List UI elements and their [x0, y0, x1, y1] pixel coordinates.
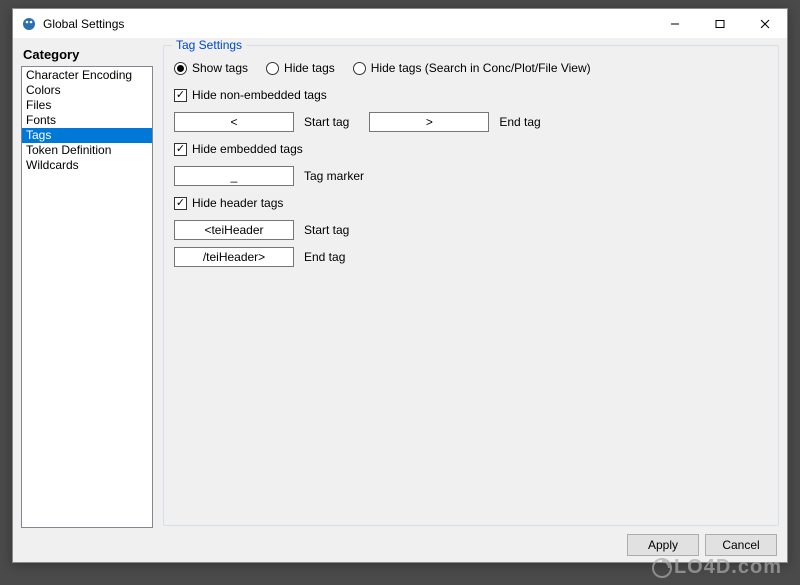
checkbox-icon: [174, 197, 187, 210]
category-listbox[interactable]: Character Encoding Colors Files Fonts Ta…: [21, 66, 153, 528]
sidebar-item-token-definition[interactable]: Token Definition: [22, 143, 152, 158]
start-tag-label: Start tag: [304, 115, 349, 129]
minimize-button[interactable]: [652, 9, 697, 39]
end-tag-label: End tag: [499, 115, 540, 129]
sidebar-item-files[interactable]: Files: [22, 98, 152, 113]
header-start-input[interactable]: <teiHeader: [174, 220, 294, 240]
sidebar-item-tags[interactable]: Tags: [22, 128, 152, 143]
apply-button[interactable]: Apply: [627, 534, 699, 556]
app-icon: [21, 16, 37, 32]
radio-hide-tags-search[interactable]: Hide tags (Search in Conc/Plot/File View…: [353, 61, 591, 75]
cancel-button[interactable]: Cancel: [705, 534, 777, 556]
check-hide-embedded[interactable]: Hide embedded tags: [174, 142, 303, 156]
tag-settings-group: Tag Settings Show tags Hide tags: [163, 45, 779, 526]
radio-label: Show tags: [192, 61, 248, 75]
check-hide-header[interactable]: Hide header tags: [174, 196, 283, 210]
radio-icon: [266, 62, 279, 75]
maximize-button[interactable]: [697, 9, 742, 39]
sidebar-item-fonts[interactable]: Fonts: [22, 113, 152, 128]
title-bar: Global Settings: [13, 9, 787, 39]
non-embedded-start-input[interactable]: <: [174, 112, 294, 132]
sidebar-item-colors[interactable]: Colors: [22, 83, 152, 98]
embedded-marker-input[interactable]: _: [174, 166, 294, 186]
window-title: Global Settings: [43, 17, 652, 31]
category-header: Category: [21, 45, 153, 66]
radio-label: Hide tags (Search in Conc/Plot/File View…: [371, 61, 591, 75]
close-button[interactable]: [742, 9, 787, 39]
tag-marker-label: Tag marker: [304, 169, 364, 183]
radio-hide-tags[interactable]: Hide tags: [266, 61, 335, 75]
checkbox-label: Hide header tags: [192, 196, 283, 210]
sidebar-item-wildcards[interactable]: Wildcards: [22, 158, 152, 173]
sidebar-item-character-encoding[interactable]: Character Encoding: [22, 68, 152, 83]
checkbox-label: Hide non-embedded tags: [192, 88, 327, 102]
radio-icon: [174, 62, 187, 75]
non-embedded-end-input[interactable]: >: [369, 112, 489, 132]
radio-show-tags[interactable]: Show tags: [174, 61, 248, 75]
radio-label: Hide tags: [284, 61, 335, 75]
group-title: Tag Settings: [172, 38, 246, 52]
radio-icon: [353, 62, 366, 75]
header-end-input[interactable]: /teiHeader>: [174, 247, 294, 267]
check-hide-non-embedded[interactable]: Hide non-embedded tags: [174, 88, 327, 102]
dialog-window: Global Settings Category Character Encod…: [12, 8, 788, 563]
checkbox-icon: [174, 143, 187, 156]
start-tag-label: Start tag: [304, 223, 349, 237]
checkbox-label: Hide embedded tags: [192, 142, 303, 156]
checkbox-icon: [174, 89, 187, 102]
end-tag-label: End tag: [304, 250, 345, 264]
